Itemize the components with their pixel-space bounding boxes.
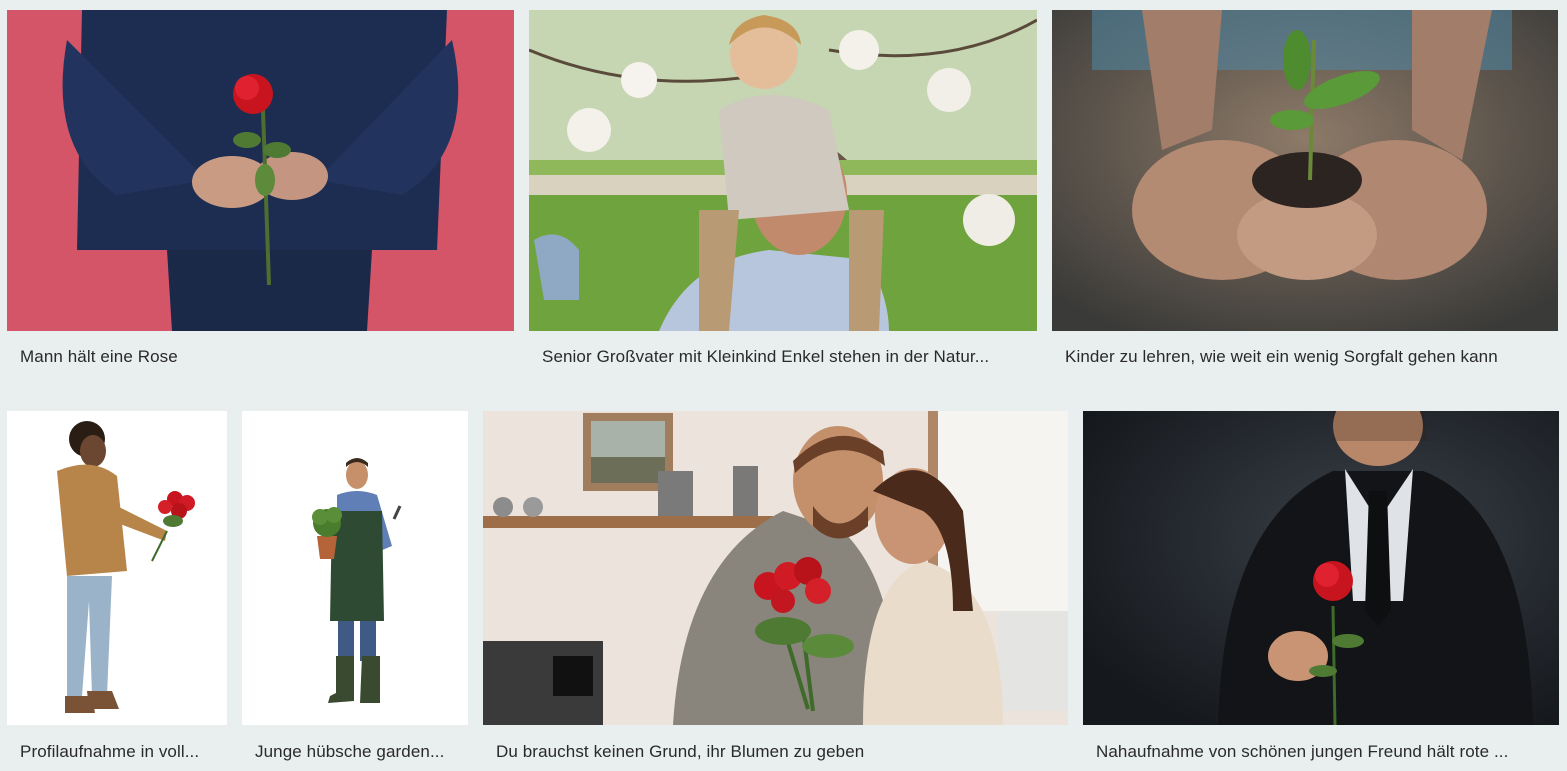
gallery-item[interactable]: Nahaufnahme von schönen jungen Freund hä… (1083, 411, 1559, 771)
gallery-item[interactable]: Senior Großvater mit Kleinkind Enkel ste… (529, 10, 1037, 380)
thumbnail-image[interactable] (7, 411, 227, 725)
gallery-item[interactable]: Kinder zu lehren, wie weit ein wenig Sor… (1052, 10, 1558, 380)
thumbnail-image[interactable] (1083, 411, 1559, 725)
image-caption[interactable]: Mann hält eine Rose (20, 347, 500, 367)
gallery-item[interactable]: Du brauchst keinen Grund, ihr Blumen zu … (483, 411, 1068, 771)
thumbnail-image[interactable] (242, 411, 468, 725)
gallery-item[interactable]: Junge hübsche garden... (242, 411, 468, 771)
image-caption[interactable]: Du brauchst keinen Grund, ihr Blumen zu … (496, 742, 1066, 762)
thumbnail-image[interactable] (7, 10, 514, 331)
gallery-item[interactable]: Profilaufnahme in voll... (7, 411, 227, 771)
thumbnail-image[interactable] (483, 411, 1068, 725)
image-caption[interactable]: Nahaufnahme von schönen jungen Freund hä… (1096, 742, 1556, 762)
thumbnail-image[interactable] (529, 10, 1037, 331)
gallery-item[interactable]: Mann hält eine Rose (7, 10, 514, 380)
image-caption[interactable]: Profilaufnahme in voll... (20, 742, 225, 762)
image-caption[interactable]: Junge hübsche garden... (255, 742, 465, 762)
image-caption[interactable]: Kinder zu lehren, wie weit ein wenig Sor… (1065, 347, 1555, 367)
image-caption[interactable]: Senior Großvater mit Kleinkind Enkel ste… (542, 347, 1034, 367)
image-gallery: Mann hält eine Rose Senior Großvater mit… (0, 0, 1567, 771)
thumbnail-image[interactable] (1052, 10, 1558, 331)
